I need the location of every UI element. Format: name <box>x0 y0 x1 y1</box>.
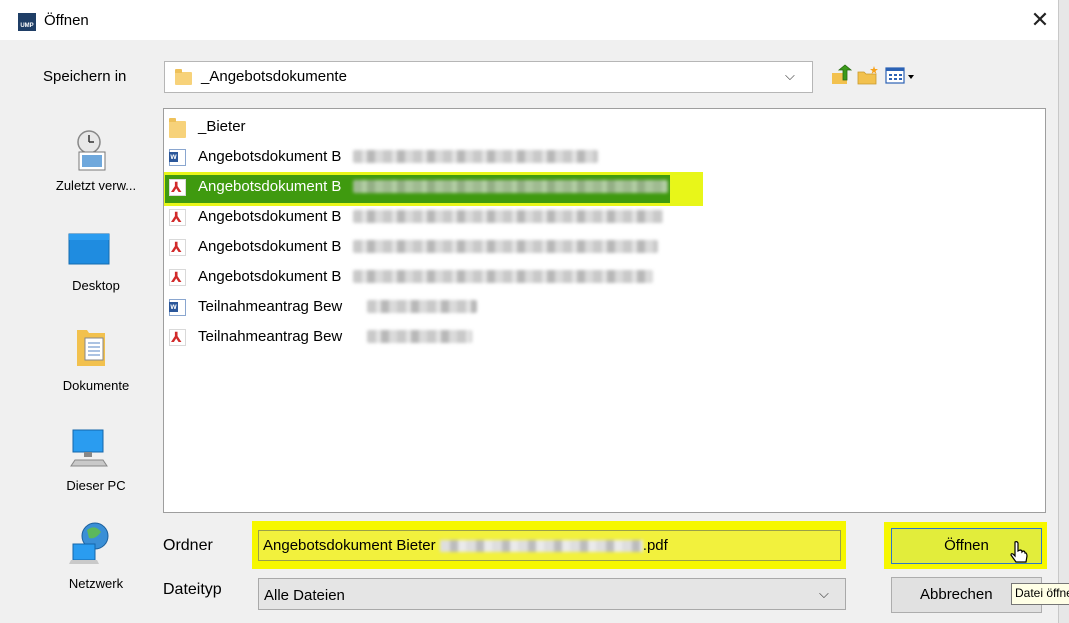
file-name: Angebotsdokument B <box>198 268 342 285</box>
background-window-edge <box>1058 0 1069 623</box>
pdf-file-icon <box>169 269 186 286</box>
file-name: Teilnahmeantrag Bew <box>198 298 343 315</box>
file-name: Angebotsdokument B <box>198 148 342 165</box>
word-file-icon <box>169 299 186 316</box>
pdf-file-icon <box>169 329 186 346</box>
new-folder-button[interactable] <box>856 64 880 88</box>
place-label: Dieser PC <box>66 478 126 493</box>
view-menu-button[interactable] <box>884 65 918 87</box>
up-folder-button[interactable] <box>829 64 853 88</box>
word-file-icon <box>169 149 186 166</box>
place-this-pc[interactable]: Dieser PC <box>37 420 155 512</box>
redacted-text <box>367 330 472 343</box>
filetype-label: Dateityp <box>163 581 222 598</box>
lookin-label: Speichern in <box>43 68 127 85</box>
title-bar: UMP Öffnen ✕ <box>0 0 1058 40</box>
chevron-down-icon: ⌵ <box>819 586 829 601</box>
place-documents[interactable]: Dokumente <box>37 320 155 412</box>
desktop-icon <box>68 233 110 265</box>
place-recent[interactable]: Zuletzt verw... <box>37 120 155 212</box>
pdf-file-icon <box>169 179 186 196</box>
redacted-text <box>367 300 477 313</box>
computer-icon <box>70 429 108 467</box>
filename-value: Angebotsdokument Bieter .pdf <box>263 537 668 554</box>
lookin-value: _Angebotsdokumente <box>201 68 347 85</box>
folder-icon <box>175 69 192 85</box>
new-folder-icon <box>857 66 878 85</box>
place-label: Dokumente <box>62 378 130 393</box>
place-label: Netzwerk <box>68 576 124 591</box>
pdf-file-icon <box>169 209 186 226</box>
filename-prefix: Angebotsdokument Bieter <box>263 537 436 554</box>
redacted-text <box>353 180 668 193</box>
filetype-value: Alle Dateien <box>264 587 345 604</box>
file-name: Angebotsdokument B <box>198 238 342 255</box>
close-icon: ✕ <box>1030 7 1050 32</box>
file-list[interactable]: _Bieter Angebotsdokument B Angebotsdokum… <box>163 108 1046 513</box>
filename-suffix: .pdf <box>642 537 668 554</box>
redacted-text <box>353 210 663 223</box>
recent-icon <box>77 130 106 171</box>
redacted-text <box>353 270 653 283</box>
filetype-dropdown[interactable]: Alle Dateien ⌵ <box>258 578 846 610</box>
redacted-text <box>439 540 643 553</box>
places-bar: Zuletzt verw... Desktop Dokumente Dieser… <box>37 108 155 618</box>
up-folder-icon <box>832 64 853 84</box>
close-button[interactable]: ✕ <box>1020 4 1060 36</box>
pdf-file-icon <box>169 239 186 256</box>
file-name: Teilnahmeantrag Bew <box>198 328 343 345</box>
lookin-dropdown[interactable]: _Angebotsdokumente ⌵ <box>164 61 813 93</box>
window-title: Öffnen <box>44 12 89 29</box>
place-label: Desktop <box>72 278 120 293</box>
network-icon <box>69 522 109 564</box>
file-name: _Bieter <box>198 118 246 135</box>
hand-cursor-icon <box>1010 541 1028 563</box>
redacted-text <box>353 150 598 163</box>
app-icon: UMP <box>18 13 36 31</box>
folder-icon <box>169 118 186 138</box>
place-label: Zuletzt verw... <box>55 178 137 193</box>
tooltip: Datei öffnen <box>1011 583 1069 605</box>
filename-label: Ordner <box>163 537 213 554</box>
place-network[interactable]: Netzwerk <box>37 518 155 610</box>
redacted-text <box>353 240 658 253</box>
file-name: Angebotsdokument B <box>198 208 342 225</box>
view-menu-icon <box>885 67 914 84</box>
chevron-down-icon: ⌵ <box>785 68 795 83</box>
filename-input[interactable]: Angebotsdokument Bieter .pdf <box>258 530 841 561</box>
file-name: Angebotsdokument B <box>198 178 342 195</box>
place-desktop[interactable]: Desktop <box>37 220 155 312</box>
documents-icon <box>77 330 105 366</box>
